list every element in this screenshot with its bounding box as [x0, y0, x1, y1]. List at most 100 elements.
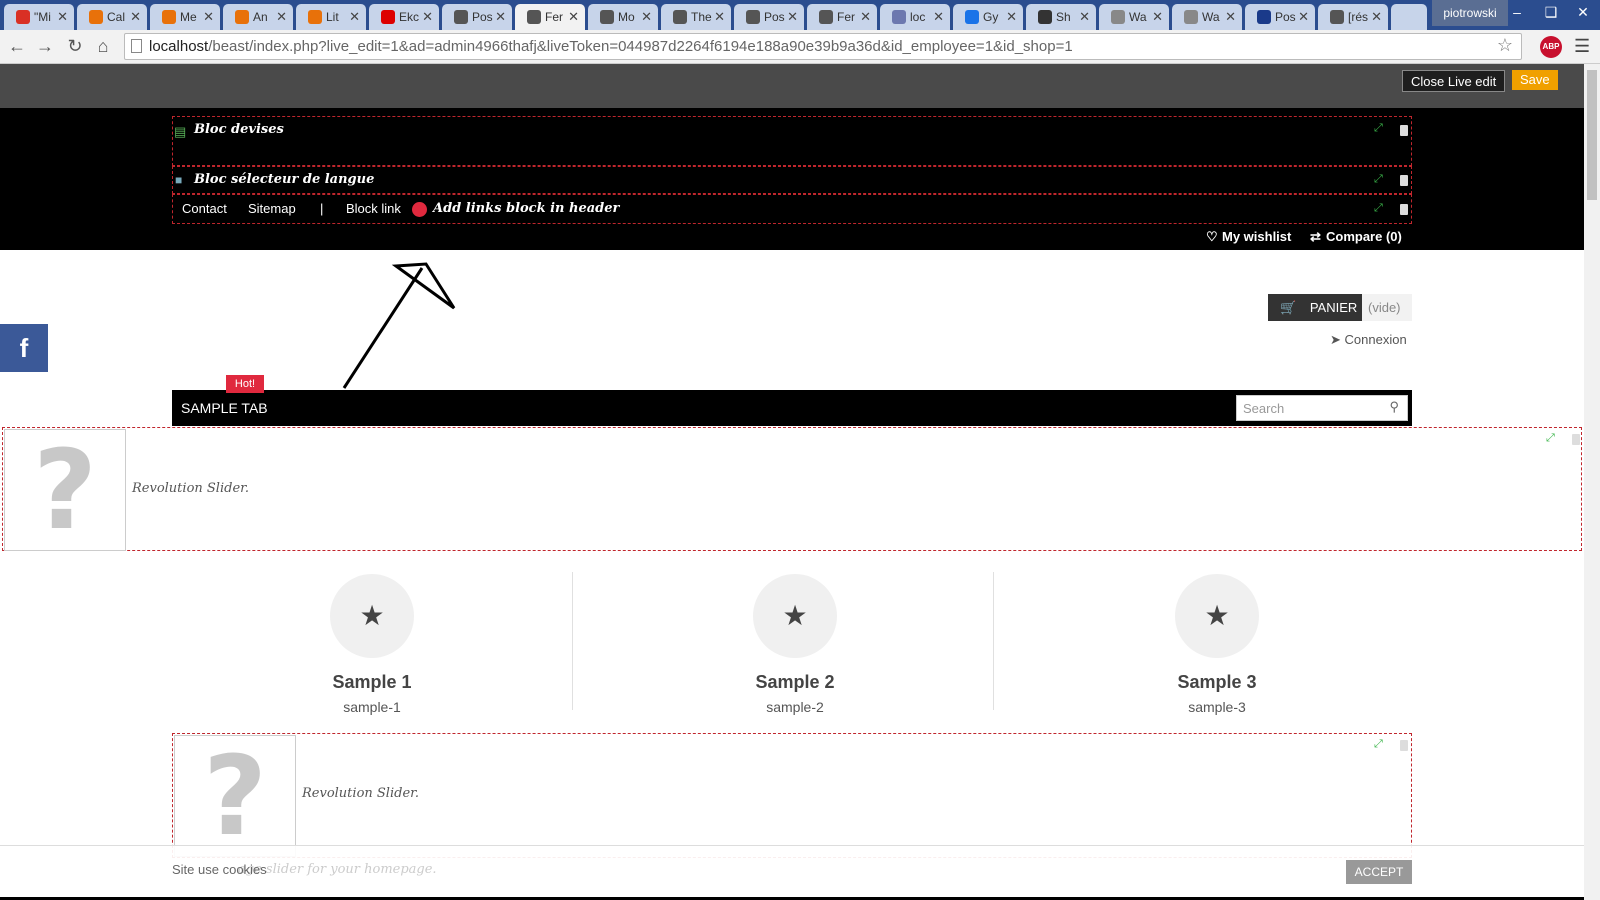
tab-favicon-icon — [1184, 10, 1198, 24]
tab-close-icon[interactable]: ✕ — [349, 9, 360, 25]
restore-icon[interactable]: ❑ — [1536, 4, 1566, 21]
forward-icon[interactable]: → — [34, 36, 56, 57]
profile-button[interactable]: piotrowski — [1432, 0, 1508, 26]
cart-label: PANIER — [1309, 300, 1358, 315]
trash-icon[interactable] — [1400, 175, 1408, 186]
browser-tab[interactable]: [rés ✕ — [1318, 4, 1388, 30]
browser-tab[interactable]: Pos ✕ — [442, 4, 512, 30]
browser-tab[interactable]: Mo ✕ — [588, 4, 658, 30]
close-live-edit-button[interactable]: Close Live edit — [1402, 70, 1506, 92]
move-icon[interactable]: ⤢ — [1374, 202, 1383, 215]
move-icon[interactable]: ⤢ — [1374, 173, 1383, 186]
slider-label: Revolution Slider. — [302, 786, 420, 801]
tab-close-icon[interactable]: ✕ — [203, 9, 214, 25]
compare-link[interactable]: Compare (0) — [1326, 229, 1402, 244]
minimize-icon[interactable]: – — [1502, 4, 1532, 20]
tab-close-icon[interactable]: ✕ — [422, 9, 433, 25]
browser-tab[interactable]: Me ✕ — [150, 4, 220, 30]
back-icon[interactable]: ← — [6, 36, 28, 57]
tab-close-icon[interactable]: ✕ — [1225, 9, 1236, 25]
move-icon[interactable]: ⤢ — [1546, 432, 1555, 445]
browser-tab[interactable]: Fer ✕ — [807, 4, 877, 30]
cookie-text: Site use cookies — [172, 862, 267, 877]
browser-tab[interactable]: loc ✕ — [880, 4, 950, 30]
trash-icon[interactable] — [1400, 125, 1408, 136]
browser-tab[interactable]: Lit ✕ — [296, 4, 366, 30]
move-icon[interactable]: ⤢ — [1374, 738, 1383, 751]
tab-close-icon[interactable]: ✕ — [1152, 9, 1163, 25]
accept-cookies-button[interactable]: ACCEPT — [1346, 860, 1412, 884]
tab-close-icon[interactable]: ✕ — [1079, 9, 1090, 25]
scrollbar-thumb[interactable] — [1587, 70, 1597, 200]
drawn-arrow-annotation — [342, 262, 456, 389]
trash-icon[interactable] — [1400, 740, 1408, 751]
tab-close-icon[interactable]: ✕ — [495, 9, 506, 25]
tab-close-icon[interactable]: ✕ — [568, 9, 579, 25]
star-icon: ★ — [330, 574, 414, 658]
tab-close-icon[interactable]: ✕ — [641, 9, 652, 25]
save-button[interactable]: Save — [1512, 70, 1558, 90]
tab-close-icon[interactable]: ✕ — [933, 9, 944, 25]
browser-tab[interactable]: Fer ✕ — [515, 4, 585, 30]
tab-close-icon[interactable]: ✕ — [57, 9, 68, 25]
add-links-label[interactable]: Add links block in header — [433, 201, 619, 216]
browser-tab[interactable]: An ✕ — [223, 4, 293, 30]
currency-icon: ▤ — [174, 124, 187, 139]
home-icon[interactable]: ⌂ — [92, 36, 114, 57]
tab-favicon-icon — [527, 10, 541, 24]
live-edit-bar: Close Live edit Save — [0, 64, 1584, 108]
module-currency-block[interactable] — [172, 116, 1412, 166]
feature-subtitle: sample-1 — [343, 699, 401, 715]
login-link[interactable]: ➤ Connexion — [1330, 332, 1407, 348]
cart-icon: 🛒 — [1280, 300, 1297, 315]
tab-label: Wa — [1202, 10, 1220, 24]
tab-favicon-icon — [16, 10, 30, 24]
tab-close-icon[interactable]: ✕ — [130, 9, 141, 25]
tab-close-icon[interactable]: ✕ — [714, 9, 725, 25]
header-link-sitemap[interactable]: Sitemap — [248, 201, 296, 216]
language-icon: ■ — [175, 173, 183, 187]
tab-favicon-icon — [381, 10, 395, 24]
new-tab-button[interactable] — [1391, 4, 1427, 30]
tab-sample[interactable]: SAMPLE TAB — [181, 400, 268, 416]
close-window-icon[interactable]: ✕ — [1568, 4, 1598, 21]
search-icon[interactable]: ⚲ — [1389, 399, 1399, 415]
browser-tab[interactable]: Cal ✕ — [77, 4, 147, 30]
browser-tab[interactable]: Ekc ✕ — [369, 4, 439, 30]
browser-tab[interactable]: Gy ✕ — [953, 4, 1023, 30]
browser-tab[interactable]: "Mi ✕ — [4, 4, 74, 30]
tab-close-icon[interactable]: ✕ — [860, 9, 871, 25]
trash-icon[interactable] — [1572, 434, 1580, 445]
browser-tab[interactable]: Pos ✕ — [1245, 4, 1315, 30]
add-links-icon — [412, 202, 427, 217]
address-bar[interactable]: localhost/beast/index.php?live_edit=1&ad… — [124, 33, 1522, 60]
feature-title: Sample 3 — [1177, 672, 1257, 692]
trash-icon[interactable] — [1400, 204, 1408, 215]
search-input[interactable]: Search ⚲ — [1236, 395, 1408, 421]
wishlist-link[interactable]: My wishlist — [1222, 229, 1291, 244]
feature-subtitle: sample-2 — [766, 699, 824, 715]
header-link-block[interactable]: Block link — [346, 201, 401, 216]
facebook-icon[interactable]: f — [0, 324, 48, 372]
browser-tab[interactable]: Pos ✕ — [734, 4, 804, 30]
tab-close-icon[interactable]: ✕ — [1371, 9, 1382, 25]
reload-icon[interactable]: ↻ — [64, 36, 86, 57]
tab-close-icon[interactable]: ✕ — [276, 9, 287, 25]
tab-favicon-icon — [89, 10, 103, 24]
browser-tab[interactable]: Sh ✕ — [1026, 4, 1096, 30]
tab-close-icon[interactable]: ✕ — [787, 9, 798, 25]
header-link-contact[interactable]: Contact — [182, 201, 227, 216]
move-icon[interactable]: ⤢ — [1374, 122, 1383, 135]
browser-tab[interactable]: The ✕ — [661, 4, 731, 30]
bookmark-star-icon[interactable]: ☆ — [1497, 35, 1513, 56]
tab-close-icon[interactable]: ✕ — [1006, 9, 1017, 25]
tab-close-icon[interactable]: ✕ — [1298, 9, 1309, 25]
tab-favicon-icon — [1257, 10, 1271, 24]
adblock-icon[interactable]: ABP — [1540, 36, 1562, 58]
browser-tab[interactable]: Wa ✕ — [1172, 4, 1242, 30]
tab-favicon-icon — [1330, 10, 1344, 24]
browser-tab[interactable]: Wa ✕ — [1099, 4, 1169, 30]
browser-toolbar: ← → ↻ ⌂ localhost/beast/index.php?live_e… — [0, 30, 1600, 64]
menu-icon[interactable]: ☰ — [1574, 36, 1590, 57]
tab-label: Cal — [107, 10, 126, 24]
